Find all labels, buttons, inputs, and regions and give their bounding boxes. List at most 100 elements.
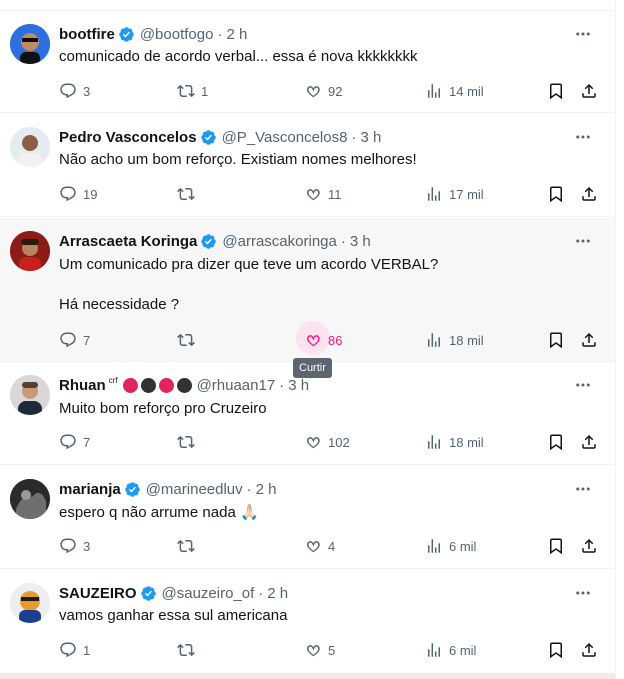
author-name[interactable]: Arrascaeta Koringa [59,233,197,250]
heart-icon [307,189,320,201]
repost-icon [177,84,195,98]
like-button[interactable]: 92 [304,80,342,102]
tweet-text: espero q não arrume nada 🙏🏻 [59,504,259,521]
verified-badge-icon [200,129,216,145]
like-button[interactable]: 11 [304,183,342,205]
views-button[interactable]: 6 mil [425,639,476,661]
tweet[interactable]: marianja @marineedluv · 2 h espero q não… [0,466,615,569]
more-icon[interactable] [573,127,593,147]
black-circle-icon [140,377,156,393]
reply-button[interactable]: 19 [59,183,97,205]
avatar[interactable] [10,375,50,415]
views-button[interactable]: 18 mil [425,431,484,453]
like-button[interactable]: 86 [296,321,343,355]
repost-button[interactable] [177,639,201,661]
more-icon[interactable] [573,375,593,395]
more-icon[interactable] [573,24,593,44]
views-button[interactable]: 17 mil [425,183,484,205]
share-icon [582,434,596,449]
reply-button[interactable]: 7 [59,431,90,453]
tweet[interactable]: bootfire @bootfogo · 2 h comunicado de a… [0,11,615,113]
reply-icon [60,538,76,554]
views-button[interactable]: 6 mil [425,535,476,557]
timestamp[interactable]: 2 h [256,481,277,498]
reply-button[interactable]: 7 [59,329,90,351]
author-handle[interactable]: @arrascakoringa [222,233,336,250]
avatar[interactable] [10,583,50,623]
author-handle[interactable]: @P_Vasconcelos8 [222,129,348,146]
more-icon[interactable] [573,583,593,603]
share-button[interactable] [580,80,598,102]
bookmark-icon [550,642,562,659]
name-superscript: crf [108,375,118,385]
author-name[interactable]: marianja [59,481,121,498]
like-count: 5 [328,642,336,658]
share-button[interactable] [580,183,598,205]
timestamp[interactable]: 3 h [350,233,371,250]
tweet-actions: 3 1 92 14 mil [59,80,604,102]
share-button[interactable] [580,329,598,351]
separator: · [258,584,264,602]
avatar[interactable] [10,24,50,64]
separator: · [340,232,346,250]
views-icon [428,539,440,553]
author-handle[interactable]: @bootfogo [140,26,214,43]
bookmark-button[interactable] [547,535,565,557]
views-count: 18 mil [449,434,484,450]
tweet[interactable]: Arrascaeta Koringa @arrascakoringa · 3 h… [0,218,615,362]
timestamp[interactable]: 3 h [360,129,381,146]
reply-button[interactable]: 1 [59,639,90,661]
tweet[interactable]: Pedro Vasconcelos @P_Vasconcelos8 · 3 h … [0,114,615,217]
share-button[interactable] [580,431,598,453]
heart-icon [307,335,320,347]
author-name[interactable]: Rhuan [59,377,106,394]
avatar[interactable] [10,231,50,271]
tweet[interactable]: Rhuan crf @rhuaan17 · 3 h Muito bom refo… [0,363,615,465]
bookmark-button[interactable] [547,639,565,661]
name-emoji-badges: crf [108,375,192,393]
bookmark-button[interactable] [547,329,565,351]
timestamp[interactable]: 2 h [226,26,247,43]
author-handle[interactable]: @marineedluv [146,481,243,498]
heart-icon [307,86,320,98]
author-handle[interactable]: @sauzeiro_of [162,585,255,602]
timestamp[interactable]: 2 h [267,585,288,602]
reply-button[interactable]: 3 [59,535,90,557]
tweet-actions: 3 4 6 mil [59,535,604,557]
tweet-text: Um comunicado pra dizer que teve um acor… [59,256,439,313]
bookmark-icon [550,83,562,100]
more-icon[interactable] [573,231,593,251]
bookmark-button[interactable] [547,183,565,205]
author-name[interactable]: Pedro Vasconcelos [59,129,197,146]
like-count: 102 [328,434,350,450]
like-button[interactable]: 102 [304,431,350,453]
reply-button[interactable]: 3 [59,80,90,102]
like-count: 86 [328,332,343,348]
repost-icon [177,643,195,657]
repost-button[interactable] [177,535,201,557]
like-button[interactable]: 4 [304,535,335,557]
share-button[interactable] [580,535,598,557]
tweet-actions: 7 86 18 mil [59,321,604,355]
more-icon[interactable] [573,479,593,499]
avatar[interactable] [10,479,50,519]
bookmark-button[interactable] [547,431,565,453]
timestamp[interactable]: 3 h [288,377,309,394]
tweet[interactable]: SAUZEIRO @sauzeiro_of · 2 h vamos ganhar… [0,570,615,673]
repost-button[interactable] [177,329,201,351]
like-button[interactable]: 5 [304,639,335,661]
views-button[interactable]: 18 mil [425,329,484,351]
repost-button[interactable] [177,183,201,205]
share-button[interactable] [580,639,598,661]
views-button[interactable]: 14 mil [425,80,484,102]
author-name[interactable]: SAUZEIRO [59,585,137,602]
bookmark-button[interactable] [547,80,565,102]
avatar[interactable] [10,127,50,167]
repost-button[interactable] [177,431,201,453]
heart-icon [307,541,320,553]
share-icon [582,332,596,347]
author-name[interactable]: bootfire [59,26,115,43]
author-handle[interactable]: @rhuaan17 [197,377,276,394]
views-count: 6 mil [449,642,477,658]
repost-button[interactable]: 1 [177,80,208,102]
